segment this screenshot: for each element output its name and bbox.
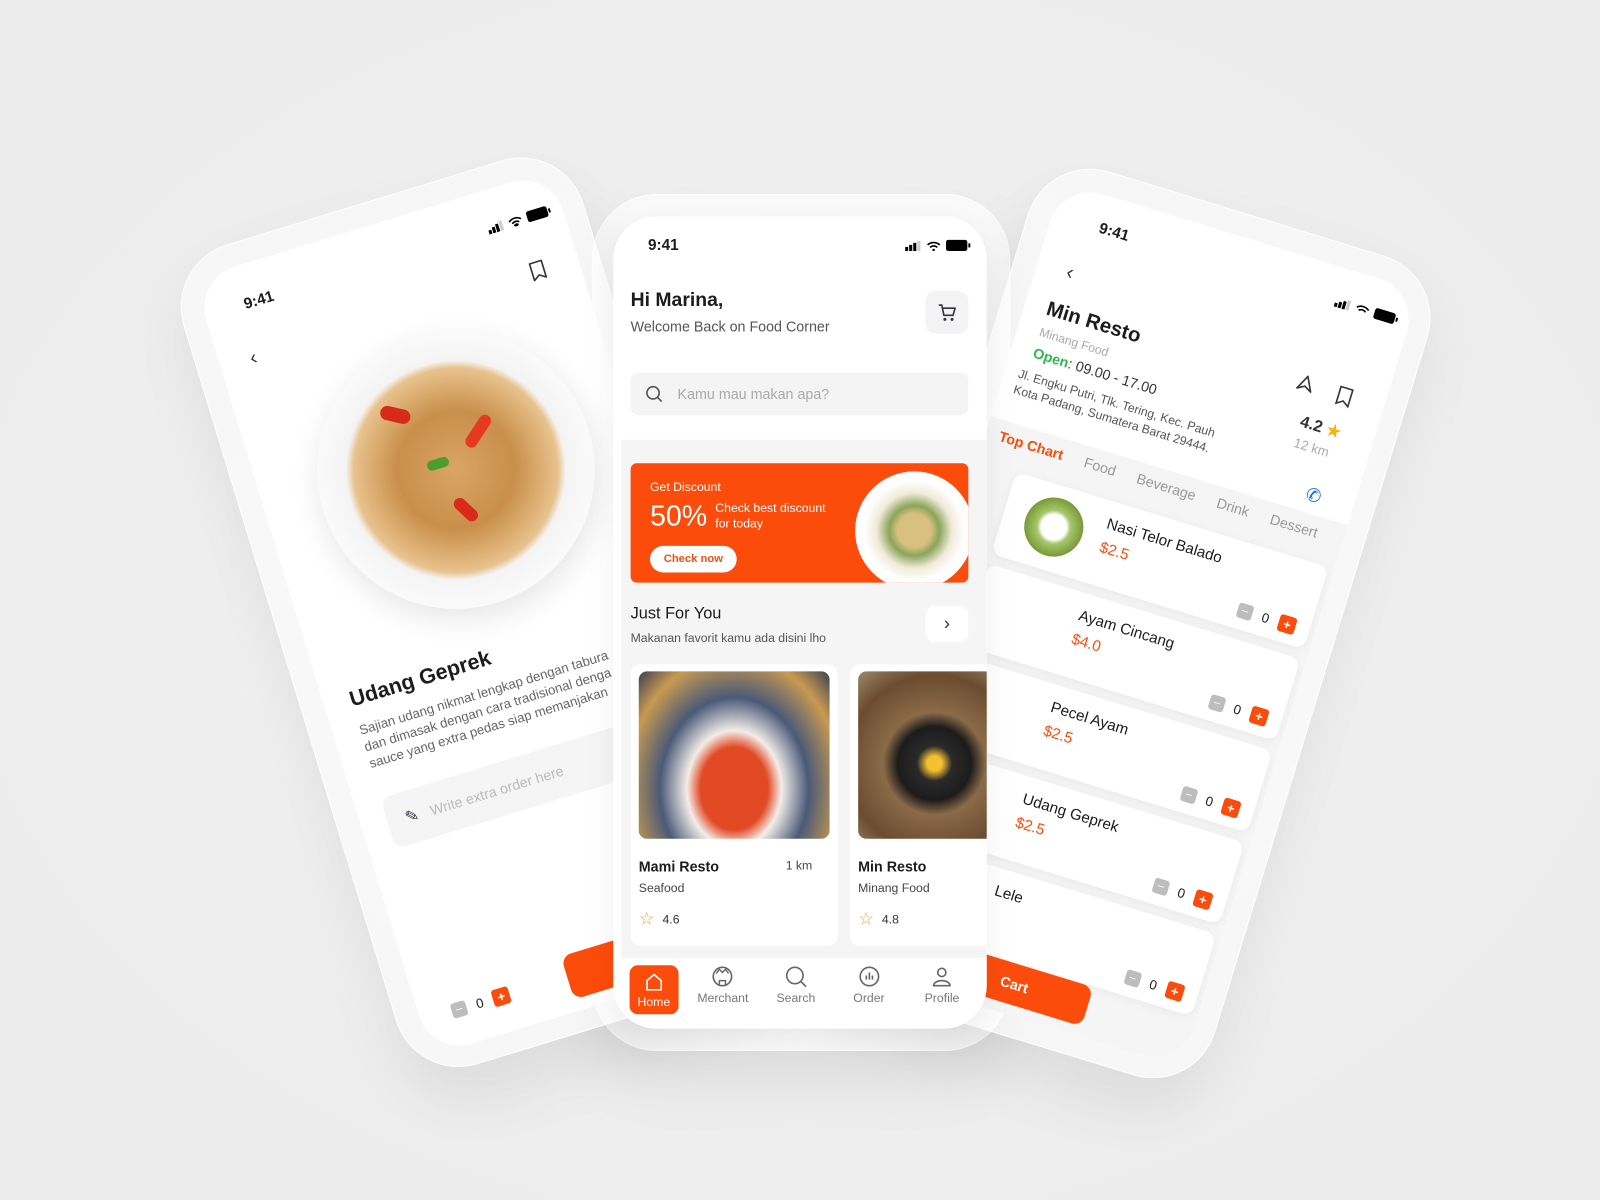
minus-button[interactable]: – — [1123, 968, 1143, 989]
status-time: 9:41 — [1096, 219, 1132, 246]
menu-item-name: Lele — [992, 882, 1026, 908]
bookmark-icon[interactable] — [1331, 383, 1357, 410]
quantity-stepper[interactable]: –0 + — [1235, 601, 1298, 636]
plus-button[interactable]: + — [490, 985, 513, 1008]
profile-icon — [933, 967, 951, 987]
back-button[interactable]: ‹ — [1063, 261, 1076, 285]
home-screen: 9:41 Hi Marina, Welcome Back on Food Cor… — [613, 216, 987, 1029]
discount-percent: 50% — [649, 499, 708, 532]
menu-item-price: $2.5 — [1013, 813, 1047, 840]
search-input[interactable]: Kamu mau makan apa? — [630, 372, 969, 416]
restaurant-image — [638, 671, 830, 839]
greeting: Hi Marina, — [630, 289, 724, 312]
minus-button[interactable]: – — [1235, 602, 1255, 622]
status-icons — [486, 205, 552, 235]
quantity-stepper[interactable]: –0 + — [1151, 876, 1214, 911]
back-button[interactable]: ‹ — [247, 346, 260, 370]
cart-icon — [938, 304, 956, 321]
merchant-icon — [712, 966, 733, 987]
status-icons — [1333, 296, 1400, 326]
restaurant-card[interactable]: Min Resto Minang Food ☆ 4.8 — [849, 664, 987, 946]
minus-button[interactable]: – — [449, 999, 469, 1020]
minus-button[interactable]: – — [1207, 693, 1227, 713]
minus-button[interactable]: – — [1151, 877, 1171, 897]
cart-button[interactable] — [925, 290, 969, 334]
status-time: 9:41 — [647, 236, 679, 255]
see-all-button[interactable]: › — [925, 606, 969, 642]
quantity-stepper[interactable]: –0 + — [1207, 693, 1270, 728]
nav-profile[interactable]: Profile — [913, 965, 970, 1028]
chevron-right-icon: › — [943, 613, 950, 634]
plus-button[interactable]: + — [1164, 980, 1186, 1003]
nav-home[interactable]: Home — [629, 965, 679, 1015]
wifi-icon — [1356, 304, 1370, 313]
star-icon: ★ — [1324, 421, 1344, 443]
plus-button[interactable]: + — [1248, 705, 1270, 728]
pencil-icon: ✎ — [403, 806, 422, 828]
banner-food-image — [855, 471, 969, 583]
quantity-stepper[interactable]: –0 + — [1179, 785, 1242, 819]
plus-button[interactable]: + — [1220, 797, 1242, 819]
search-icon — [646, 385, 663, 403]
status-icons — [905, 239, 971, 252]
signal-icon — [1333, 299, 1352, 311]
quantity-stepper[interactable]: –0 + — [1123, 968, 1186, 1003]
nav-merchant[interactable]: Merchant — [694, 965, 751, 1028]
restaurant-card[interactable]: Mami Resto 1 km Seafood ☆ 4.6 — [630, 664, 838, 946]
plus-button[interactable]: + — [1192, 888, 1214, 911]
battery-icon — [1373, 308, 1399, 324]
section-subtitle: Makanan favorit kamu ada disini lho — [630, 630, 826, 645]
plus-button[interactable]: + — [1276, 613, 1298, 636]
search-icon — [785, 966, 807, 988]
wifi-icon — [508, 216, 522, 227]
signal-icon — [488, 219, 505, 235]
discount-banner[interactable]: Get Discount 50% Check best discount for … — [630, 463, 969, 583]
menu-item-price: $2.5 — [1097, 538, 1132, 565]
order-icon — [858, 966, 879, 987]
menu-item-image — [1016, 490, 1091, 564]
nav-search[interactable]: Search — [767, 965, 824, 1028]
section-title: Just For You — [630, 605, 722, 623]
battery-icon — [945, 239, 971, 252]
wifi-icon — [926, 241, 941, 251]
minus-button[interactable]: – — [1179, 785, 1199, 805]
share-icon[interactable] — [1293, 371, 1318, 396]
quantity-stepper[interactable]: – 0 + — [449, 985, 513, 1020]
menu-item-price: $2.5 — [1041, 722, 1075, 748]
bookmark-icon[interactable] — [525, 257, 551, 284]
bottom-nav: Home Merchant Search Order Profile — [613, 958, 987, 1029]
home-icon — [645, 973, 662, 991]
check-now-button[interactable]: Check now — [649, 545, 737, 573]
star-icon: ☆ — [858, 909, 874, 929]
status-time: 9:41 — [241, 287, 277, 314]
mockup-stage: 9:41 ‹ Udang Geprek Sajian udang nikmat … — [0, 0, 1600, 1200]
signal-icon — [905, 240, 921, 251]
call-icon[interactable]: ✆ — [1303, 484, 1324, 509]
welcome-subtitle: Welcome Back on Food Corner — [630, 318, 830, 335]
battery-icon — [525, 206, 551, 223]
star-icon: ☆ — [638, 909, 655, 929]
restaurant-image — [858, 671, 987, 839]
nav-order[interactable]: Order — [840, 965, 897, 1028]
menu-item-price: $4.0 — [1069, 630, 1103, 656]
food-plate-image — [282, 296, 630, 644]
